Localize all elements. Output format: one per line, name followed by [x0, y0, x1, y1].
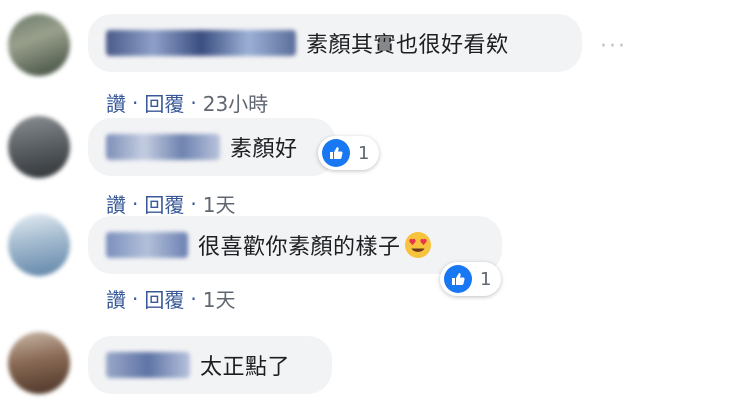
timestamp[interactable]: 1天 — [203, 189, 236, 218]
commenter-name[interactable] — [106, 352, 190, 378]
more-options-icon[interactable]: ··· — [600, 34, 627, 59]
separator: · — [132, 286, 139, 311]
reaction-summary[interactable]: 1 — [440, 262, 502, 296]
reaction-count: 1 — [358, 142, 370, 164]
reply-link[interactable]: 回覆 — [144, 284, 184, 313]
reply-link[interactable]: 回覆 — [144, 88, 184, 117]
heart-eyes-emoji — [404, 232, 431, 258]
separator: · — [190, 286, 197, 311]
like-link[interactable]: 讚 — [106, 189, 126, 218]
comment-actions: 讚 · 回覆 · 1天 — [106, 284, 235, 313]
commenter-name[interactable] — [106, 232, 188, 258]
thumbs-up-icon — [444, 265, 472, 293]
reaction-count: 1 — [480, 268, 492, 290]
comment-bubble: 很喜歡你素顏的樣子 — [88, 216, 502, 274]
comment-bubble: 素顏好 — [88, 118, 336, 176]
like-link[interactable]: 讚 — [106, 88, 126, 117]
like-link[interactable]: 讚 — [106, 284, 126, 313]
separator: · — [190, 191, 197, 216]
comment-bubble: 太正點了 — [88, 336, 332, 394]
comment-text: 素顏其實也很好看欸 — [306, 33, 509, 58]
avatar[interactable] — [8, 332, 70, 394]
avatar[interactable] — [8, 116, 70, 178]
commenter-name[interactable] — [106, 30, 296, 56]
comment-actions: 讚 · 回覆 · 1天 — [106, 189, 235, 218]
commenter-name[interactable] — [106, 134, 220, 160]
comment-text: 素顏好 — [230, 137, 298, 162]
timestamp[interactable]: 23小時 — [203, 88, 268, 117]
comment-actions: 讚 · 回覆 · 23小時 — [106, 88, 268, 117]
separator: · — [132, 191, 139, 216]
timestamp[interactable]: 1天 — [203, 284, 236, 313]
separator: · — [190, 90, 197, 115]
comment-bubble: 素顏其實也很好看欸 — [88, 14, 582, 72]
separator: · — [132, 90, 139, 115]
avatar[interactable] — [8, 214, 70, 276]
avatar[interactable] — [8, 14, 70, 76]
reaction-summary[interactable]: 1 — [318, 136, 380, 170]
comment-text: 很喜歡你素顏的樣子 — [198, 235, 401, 260]
comment-text: 太正點了 — [200, 355, 291, 380]
reply-link[interactable]: 回覆 — [144, 189, 184, 218]
thumbs-up-icon — [322, 139, 350, 167]
